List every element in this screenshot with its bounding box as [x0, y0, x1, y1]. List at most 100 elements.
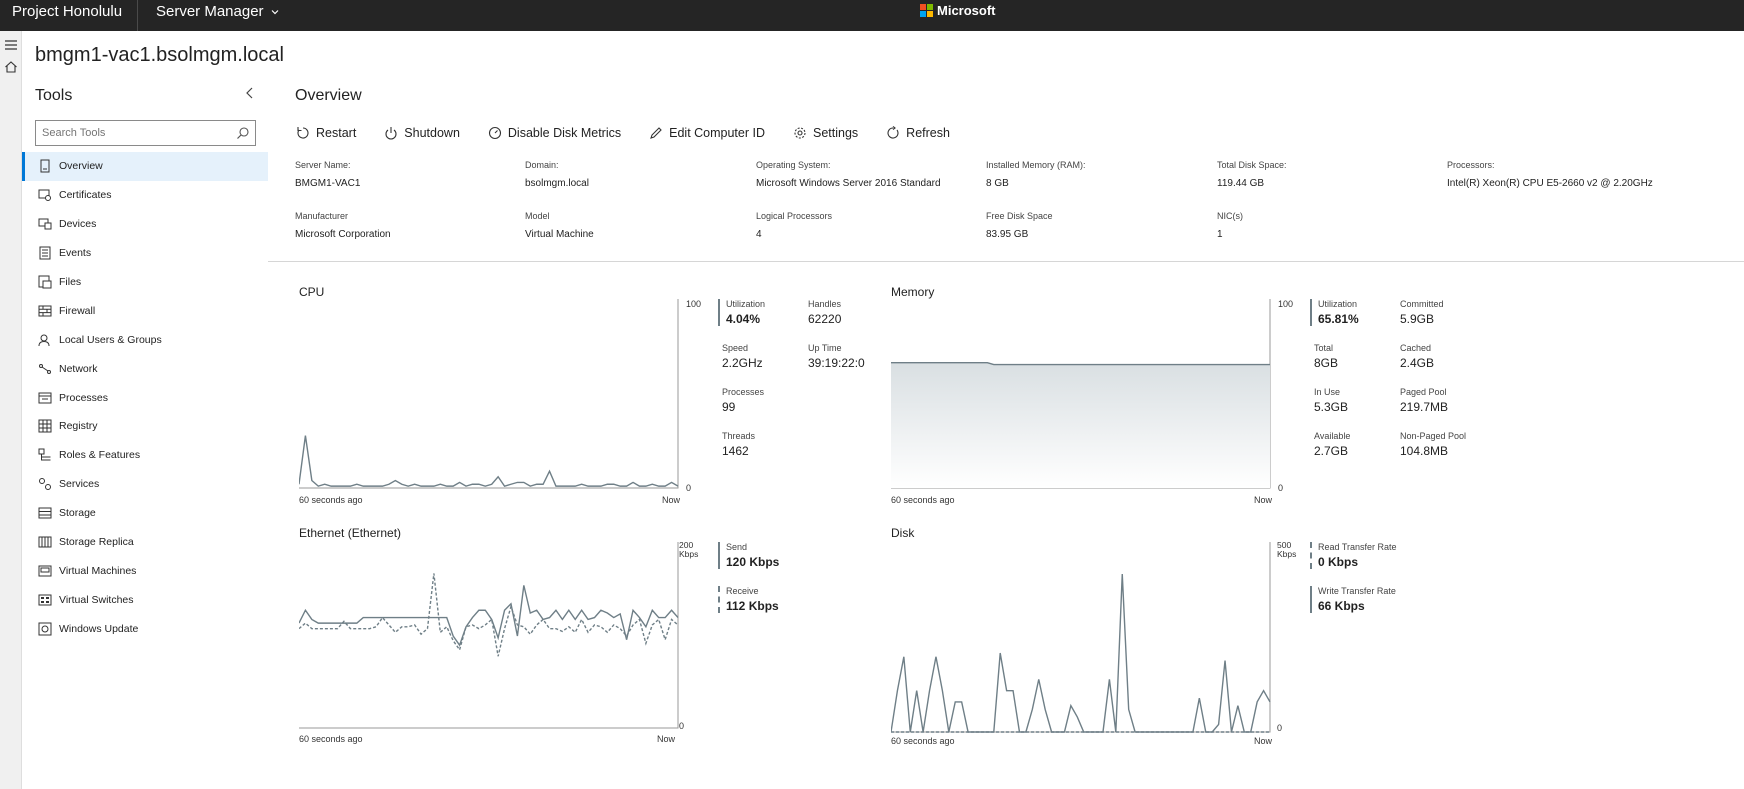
- stat-value: 66 Kbps: [1318, 599, 1365, 613]
- restart-button[interactable]: Restart: [296, 126, 356, 140]
- tool-label: Processes: [59, 391, 109, 404]
- disk-y-unit: Kbps: [1277, 549, 1297, 559]
- tool-roles-features[interactable]: Roles & Features: [22, 441, 268, 470]
- microsoft-logo: Microsoft: [920, 3, 996, 18]
- stat-value: 5.3GB: [1314, 400, 1349, 414]
- tool-label: Virtual Switches: [59, 593, 134, 606]
- stat-value: 0 Kbps: [1318, 555, 1359, 569]
- prop-value: Virtual Machine: [525, 229, 594, 240]
- stat-value: 1462: [722, 444, 749, 458]
- tool-processes[interactable]: Processes: [22, 383, 268, 412]
- microsoft-squares-icon: [920, 4, 933, 17]
- search-icon[interactable]: [236, 126, 250, 140]
- ethernet-title: Ethernet (Ethernet): [299, 526, 402, 540]
- tool-files[interactable]: Files: [22, 268, 268, 297]
- settings-button[interactable]: Settings: [793, 126, 858, 140]
- search-input[interactable]: [36, 121, 226, 145]
- memory-available-stat: Available 2.7GB: [1314, 431, 1350, 458]
- stat-key: Paged Pool: [1400, 387, 1447, 397]
- tool-registry[interactable]: Registry: [22, 412, 268, 441]
- tool-label: Registry: [59, 420, 98, 433]
- disable-disk-metrics-label: Disable Disk Metrics: [507, 126, 622, 140]
- prop-nics: NIC(s) 1: [1217, 211, 1447, 240]
- stat-key: Read Transfer Rate: [1318, 542, 1397, 552]
- tool-storage[interactable]: Storage: [22, 499, 268, 528]
- prop-operating-system: Operating System: Microsoft Windows Serv…: [756, 160, 986, 189]
- edit-computer-id-label: Edit Computer ID: [669, 126, 765, 140]
- stat-key: Receive: [726, 586, 759, 596]
- collapse-pane-icon[interactable]: [243, 86, 257, 100]
- prop-server-name: Server Name: BMGM1-VAC1: [295, 160, 525, 189]
- tool-overview[interactable]: Overview: [22, 152, 268, 181]
- stat-key: Committed: [1400, 299, 1444, 309]
- ethernet-y-unit: Kbps: [679, 549, 699, 559]
- tool-network[interactable]: Network: [22, 354, 268, 383]
- brand-title[interactable]: Project Honolulu: [12, 3, 122, 20]
- cpu-handles-stat: Handles 62220: [808, 299, 841, 326]
- prop-value: BMGM1-VAC1: [295, 178, 361, 189]
- stat-key: In Use: [1314, 387, 1341, 397]
- stat-key: Write Transfer Rate: [1318, 586, 1396, 596]
- stat-value: 2.2GHz: [722, 356, 763, 370]
- devices-icon: [38, 218, 52, 230]
- hamburger-menu-icon[interactable]: [3, 37, 19, 53]
- overview-toolbar: Restart Shutdown Disable Disk Metrics Ed…: [296, 126, 978, 140]
- stat-key: Processes: [722, 387, 765, 397]
- tool-label: Windows Update: [59, 622, 139, 635]
- prop-key: Logical Processors: [756, 211, 833, 221]
- pencil-icon: [650, 127, 662, 139]
- tool-storage-replica[interactable]: Storage Replica: [22, 528, 268, 557]
- memory-non-paged-pool-stat: Non-Paged Pool 104.8MB: [1400, 431, 1466, 458]
- search-tools-field[interactable]: [35, 120, 256, 146]
- cpu-utilization-stat: Utilization 4.04%: [718, 299, 765, 326]
- ethernet-chart: [299, 542, 679, 729]
- storage-replica-icon: [38, 536, 52, 548]
- memory-utilization-stat: Utilization 65.81%: [1310, 299, 1359, 326]
- cpu-processes-stat: Processes 99: [722, 387, 764, 414]
- edit-computer-id-button[interactable]: Edit Computer ID: [649, 126, 765, 140]
- cpu-y-min: 0: [686, 483, 692, 493]
- memory-total-stat: Total 8GB: [1314, 343, 1338, 370]
- stat-key: Total: [1314, 343, 1334, 353]
- tool-windows-update[interactable]: Windows Update: [22, 614, 268, 643]
- home-icon[interactable]: [3, 59, 19, 75]
- prop-free-disk-space: Free Disk Space 83.95 GB: [986, 211, 1216, 240]
- tool-local-users-groups[interactable]: Local Users & Groups: [22, 325, 268, 354]
- stat-value: 4.04%: [726, 312, 761, 326]
- ethernet-receive-stat: Receive 112 Kbps: [718, 586, 779, 613]
- refresh-button[interactable]: Refresh: [886, 126, 950, 140]
- prop-key: Domain:: [525, 160, 559, 170]
- storage-icon: [38, 507, 52, 519]
- tool-virtual-machines[interactable]: Virtual Machines: [22, 556, 268, 585]
- tool-devices[interactable]: Devices: [22, 210, 268, 239]
- tool-label: Events: [59, 247, 92, 260]
- tool-events[interactable]: Events: [22, 239, 268, 268]
- app-switcher[interactable]: Server Manager: [156, 3, 280, 20]
- disk-read-stat: Read Transfer Rate 0 Kbps: [1310, 542, 1397, 569]
- disk-write-stat: Write Transfer Rate 66 Kbps: [1310, 586, 1396, 613]
- app-title: Server Manager: [156, 3, 264, 20]
- shutdown-button[interactable]: Shutdown: [384, 126, 460, 140]
- disk-x-start: 60 seconds ago: [891, 736, 955, 746]
- stat-value: 65.81%: [1318, 312, 1359, 326]
- tool-firewall[interactable]: Firewall: [22, 296, 268, 325]
- tool-label: Certificates: [59, 189, 112, 202]
- cpu-series-0-line: [299, 435, 679, 487]
- microsoft-label: Microsoft: [937, 3, 996, 18]
- memory-title: Memory: [891, 285, 935, 299]
- stat-value: 2.4GB: [1400, 356, 1435, 370]
- memory-in-use-stat: In Use 5.3GB: [1314, 387, 1348, 414]
- roles-icon: [38, 448, 51, 461]
- prop-key: Installed Memory (RAM):: [986, 160, 1086, 170]
- stat-value: 120 Kbps: [726, 555, 780, 569]
- stat-value: 99: [722, 400, 736, 414]
- cpu-y-max: 100: [686, 299, 702, 309]
- power-icon: [385, 127, 397, 140]
- tool-virtual-switches[interactable]: Virtual Switches: [22, 585, 268, 614]
- disk-series-0-line: [891, 574, 1271, 733]
- network-icon: [39, 363, 51, 374]
- tool-certificates[interactable]: Certificates: [22, 181, 268, 210]
- disable-disk-metrics-button[interactable]: Disable Disk Metrics: [488, 126, 621, 140]
- prop-installed-memory: Installed Memory (RAM): 8 GB: [986, 160, 1216, 189]
- tool-services[interactable]: Services: [22, 470, 268, 499]
